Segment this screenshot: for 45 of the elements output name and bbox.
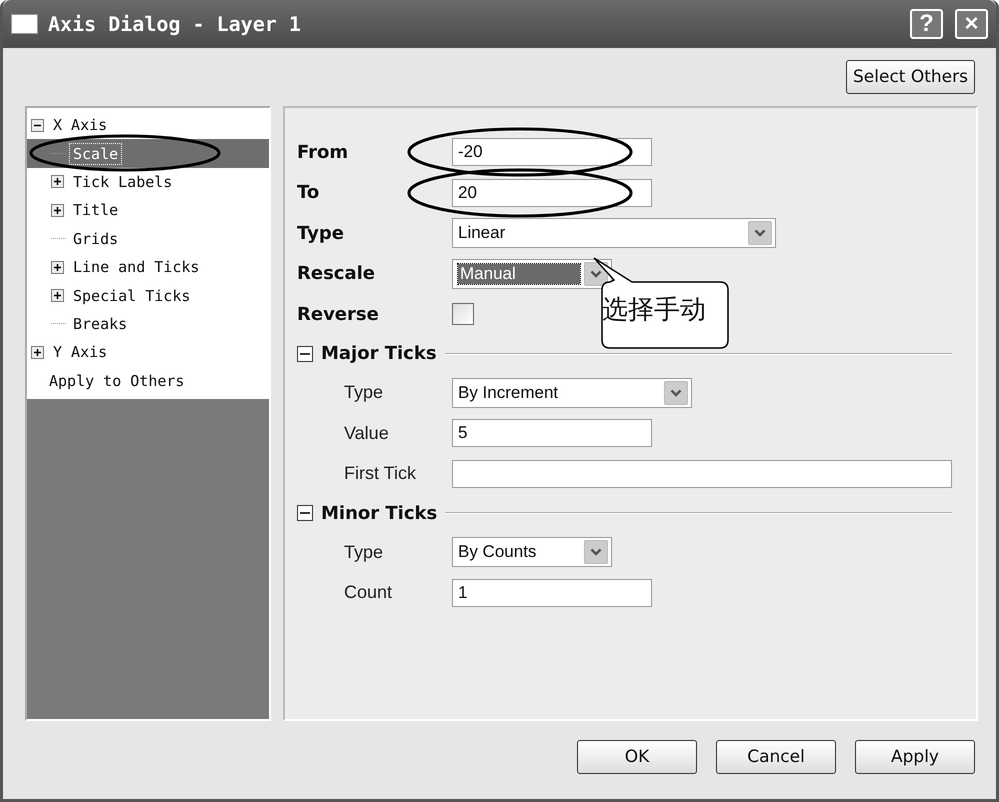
dropdown[interactable]: Manual bbox=[452, 258, 612, 289]
collapse-icon[interactable] bbox=[297, 346, 313, 362]
cancel-button[interactable]: Cancel bbox=[716, 740, 836, 774]
tree-item[interactable]: Line and Ticks bbox=[27, 252, 269, 282]
field-label: Type bbox=[343, 542, 384, 563]
field-label: From bbox=[297, 142, 350, 163]
tree-item[interactable]: X Axis bbox=[27, 111, 269, 140]
tree-item[interactable]: Tick Labels bbox=[27, 168, 269, 196]
tree-item[interactable]: Grids bbox=[27, 224, 269, 253]
tree-item[interactable]: Breaks bbox=[27, 310, 269, 338]
tree-item[interactable]: Y Axis bbox=[27, 338, 269, 367]
close-button[interactable]: × bbox=[955, 9, 988, 39]
chevron-down-icon bbox=[754, 229, 766, 238]
collapse-icon[interactable] bbox=[297, 505, 313, 521]
dropdown[interactable]: By Counts bbox=[452, 537, 612, 568]
field-label: Reverse bbox=[297, 304, 380, 325]
field-label: First Tick bbox=[343, 463, 417, 484]
tree-item[interactable]: Special Ticks bbox=[27, 281, 269, 310]
text-field[interactable]: 5 bbox=[452, 419, 652, 448]
tree-item[interactable]: Title bbox=[27, 196, 269, 225]
field-label: To bbox=[297, 182, 320, 204]
ok-button[interactable]: OK bbox=[577, 740, 697, 774]
field-label: Count bbox=[343, 582, 394, 604]
text-field[interactable] bbox=[452, 460, 952, 488]
field-label: Type bbox=[343, 382, 384, 404]
tree-item[interactable]: Apply to Others bbox=[27, 366, 269, 395]
field-label: Type bbox=[297, 222, 345, 244]
section-title: Minor Ticks bbox=[321, 502, 438, 524]
window-title: Axis Dialog - Layer 1 bbox=[48, 12, 302, 36]
dropdown[interactable]: Linear bbox=[452, 218, 776, 248]
chevron-down-icon bbox=[590, 548, 602, 556]
field-label: Rescale bbox=[297, 263, 376, 284]
text-field[interactable]: -20 bbox=[452, 138, 652, 166]
text-field[interactable]: 20 bbox=[452, 178, 652, 207]
apply-button[interactable]: Apply bbox=[855, 740, 975, 774]
help-button[interactable]: ? bbox=[910, 9, 943, 39]
chevron-down-icon bbox=[590, 270, 602, 278]
dropdown[interactable]: By Increment bbox=[452, 378, 692, 408]
text-field[interactable]: 1 bbox=[452, 578, 652, 607]
section-title: Major Ticks bbox=[321, 343, 437, 364]
field-label: Value bbox=[343, 422, 390, 444]
checkbox[interactable] bbox=[452, 303, 474, 326]
window-icon bbox=[11, 14, 38, 34]
chevron-down-icon bbox=[670, 388, 682, 397]
select-others-button[interactable]: Select Others bbox=[846, 60, 975, 94]
